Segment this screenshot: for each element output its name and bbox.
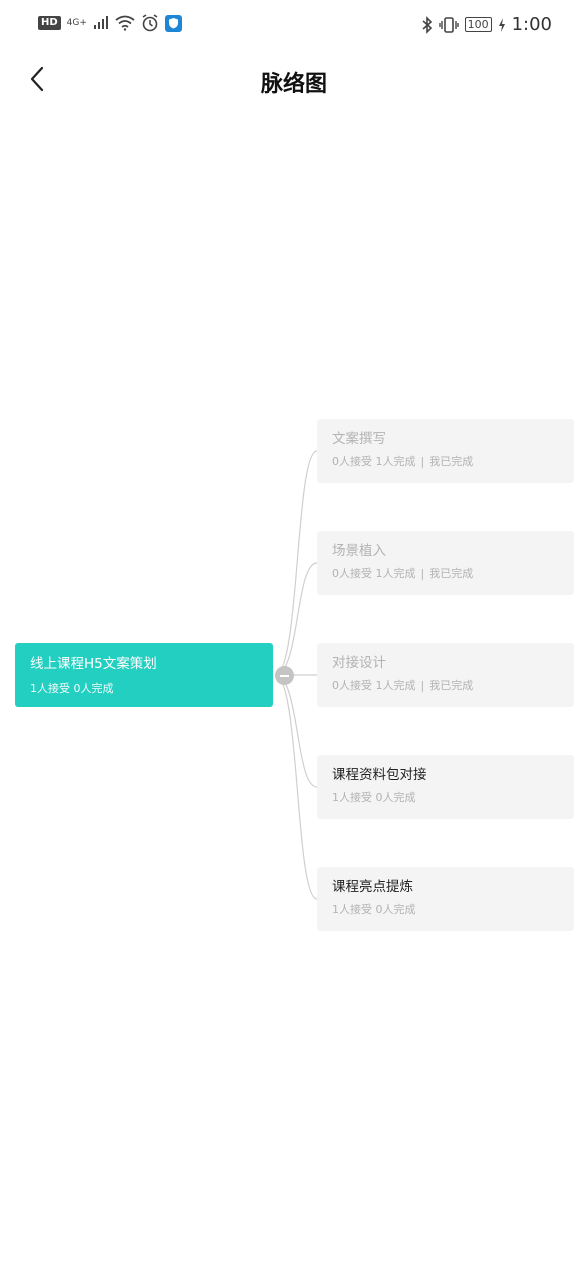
status-left: HD 4G+ [38, 14, 182, 32]
wifi-icon [115, 15, 135, 31]
connector-line-2 [274, 562, 318, 676]
collapse-toggle-icon[interactable] [275, 666, 294, 685]
child-node-title: 场景植入 [332, 543, 386, 559]
child-node-stats-row: 0人接受 1人完成 | 我已完成 [332, 455, 474, 468]
child-node-title: 文案撰写 [332, 431, 386, 447]
child-node-title: 对接设计 [332, 655, 386, 671]
child-node-4[interactable]: 课程资料包对接 1人接受 0人完成 [317, 755, 574, 819]
child-node-stats-row: 0人接受 1人完成 | 我已完成 [332, 679, 474, 692]
status-right: 100 1:00 [421, 14, 552, 35]
child-node-2[interactable]: 场景植入 0人接受 1人完成 | 我已完成 [317, 531, 574, 595]
shield-icon [164, 14, 182, 32]
child-node-stats: 0人接受 1人完成 [332, 679, 416, 692]
nav-bar: 脉络图 [0, 52, 588, 112]
connector-line-5 [274, 674, 318, 900]
root-node[interactable]: 线上课程H5文案策划 1人接受 0人完成 [15, 643, 273, 707]
clock-time: 1:00 [511, 14, 552, 35]
child-node-status: 我已完成 [429, 455, 474, 468]
child-node-stats: 1人接受 0人完成 [332, 903, 416, 916]
child-node-5[interactable]: 课程亮点提炼 1人接受 0人完成 [317, 867, 574, 931]
child-node-title: 课程亮点提炼 [332, 879, 413, 895]
alarm-icon [142, 14, 158, 32]
page-title: 脉络图 [260, 72, 327, 97]
child-node-title: 课程资料包对接 [332, 767, 427, 783]
mindmap-connectors [274, 450, 318, 900]
child-node-status: 我已完成 [429, 679, 474, 692]
child-node-stats: 0人接受 1人完成 [332, 455, 416, 468]
root-node-title: 线上课程H5文案策划 [30, 656, 157, 672]
child-node-stats: 0人接受 1人完成 [332, 567, 416, 580]
connector-line-1 [274, 450, 318, 676]
child-node-3[interactable]: 对接设计 0人接受 1人完成 | 我已完成 [317, 643, 574, 707]
charging-icon [498, 17, 505, 32]
battery-indicator: 100 [464, 17, 492, 32]
root-node-stats: 1人接受 0人完成 [30, 682, 114, 695]
network-type-label: 4G+ [66, 17, 87, 28]
status-bar: HD 4G+ 100 1:00 [0, 0, 588, 48]
connector-line-4 [274, 674, 318, 788]
child-node-status: 我已完成 [429, 567, 474, 580]
vibrate-icon [438, 16, 459, 33]
bluetooth-icon [422, 15, 432, 34]
child-node-stats-row: 0人接受 1人完成 | 我已完成 [332, 567, 474, 580]
hd-badge: HD [38, 16, 61, 30]
child-node-stats: 1人接受 0人完成 [332, 791, 416, 804]
signal-icon [93, 16, 108, 29]
child-node-1[interactable]: 文案撰写 0人接受 1人完成 | 我已完成 [317, 419, 574, 483]
